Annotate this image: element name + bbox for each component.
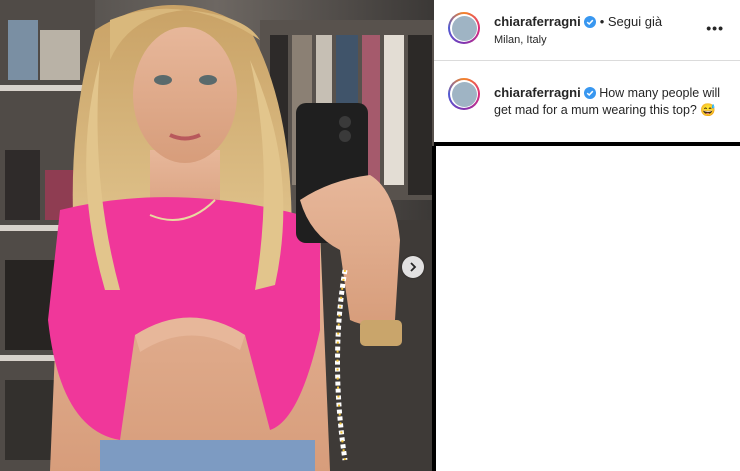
chevron-right-icon [410, 262, 417, 272]
next-slide-button[interactable] [402, 256, 424, 278]
username-link[interactable]: chiaraferragni [494, 14, 581, 29]
avatar[interactable] [448, 12, 480, 44]
post-header: chiaraferragni • Segui già Milan, Italy •… [434, 0, 740, 61]
header-line: chiaraferragni • Segui già [494, 13, 662, 31]
verified-badge-icon [583, 87, 596, 99]
post-photo[interactable] [0, 0, 434, 471]
location-link[interactable]: Milan, Italy [494, 34, 547, 46]
caption-avatar[interactable] [448, 78, 480, 110]
post-caption: chiaraferragni How many people will get … [494, 84, 724, 119]
following-button[interactable]: • Segui già [600, 14, 662, 29]
verified-badge-icon [583, 16, 596, 28]
caption-username-link[interactable]: chiaraferragni [494, 85, 581, 100]
comments-area [436, 146, 740, 471]
post-image [0, 0, 434, 471]
more-options-button[interactable]: ••• [706, 20, 724, 36]
caption-emoji: 😅 [700, 103, 716, 117]
